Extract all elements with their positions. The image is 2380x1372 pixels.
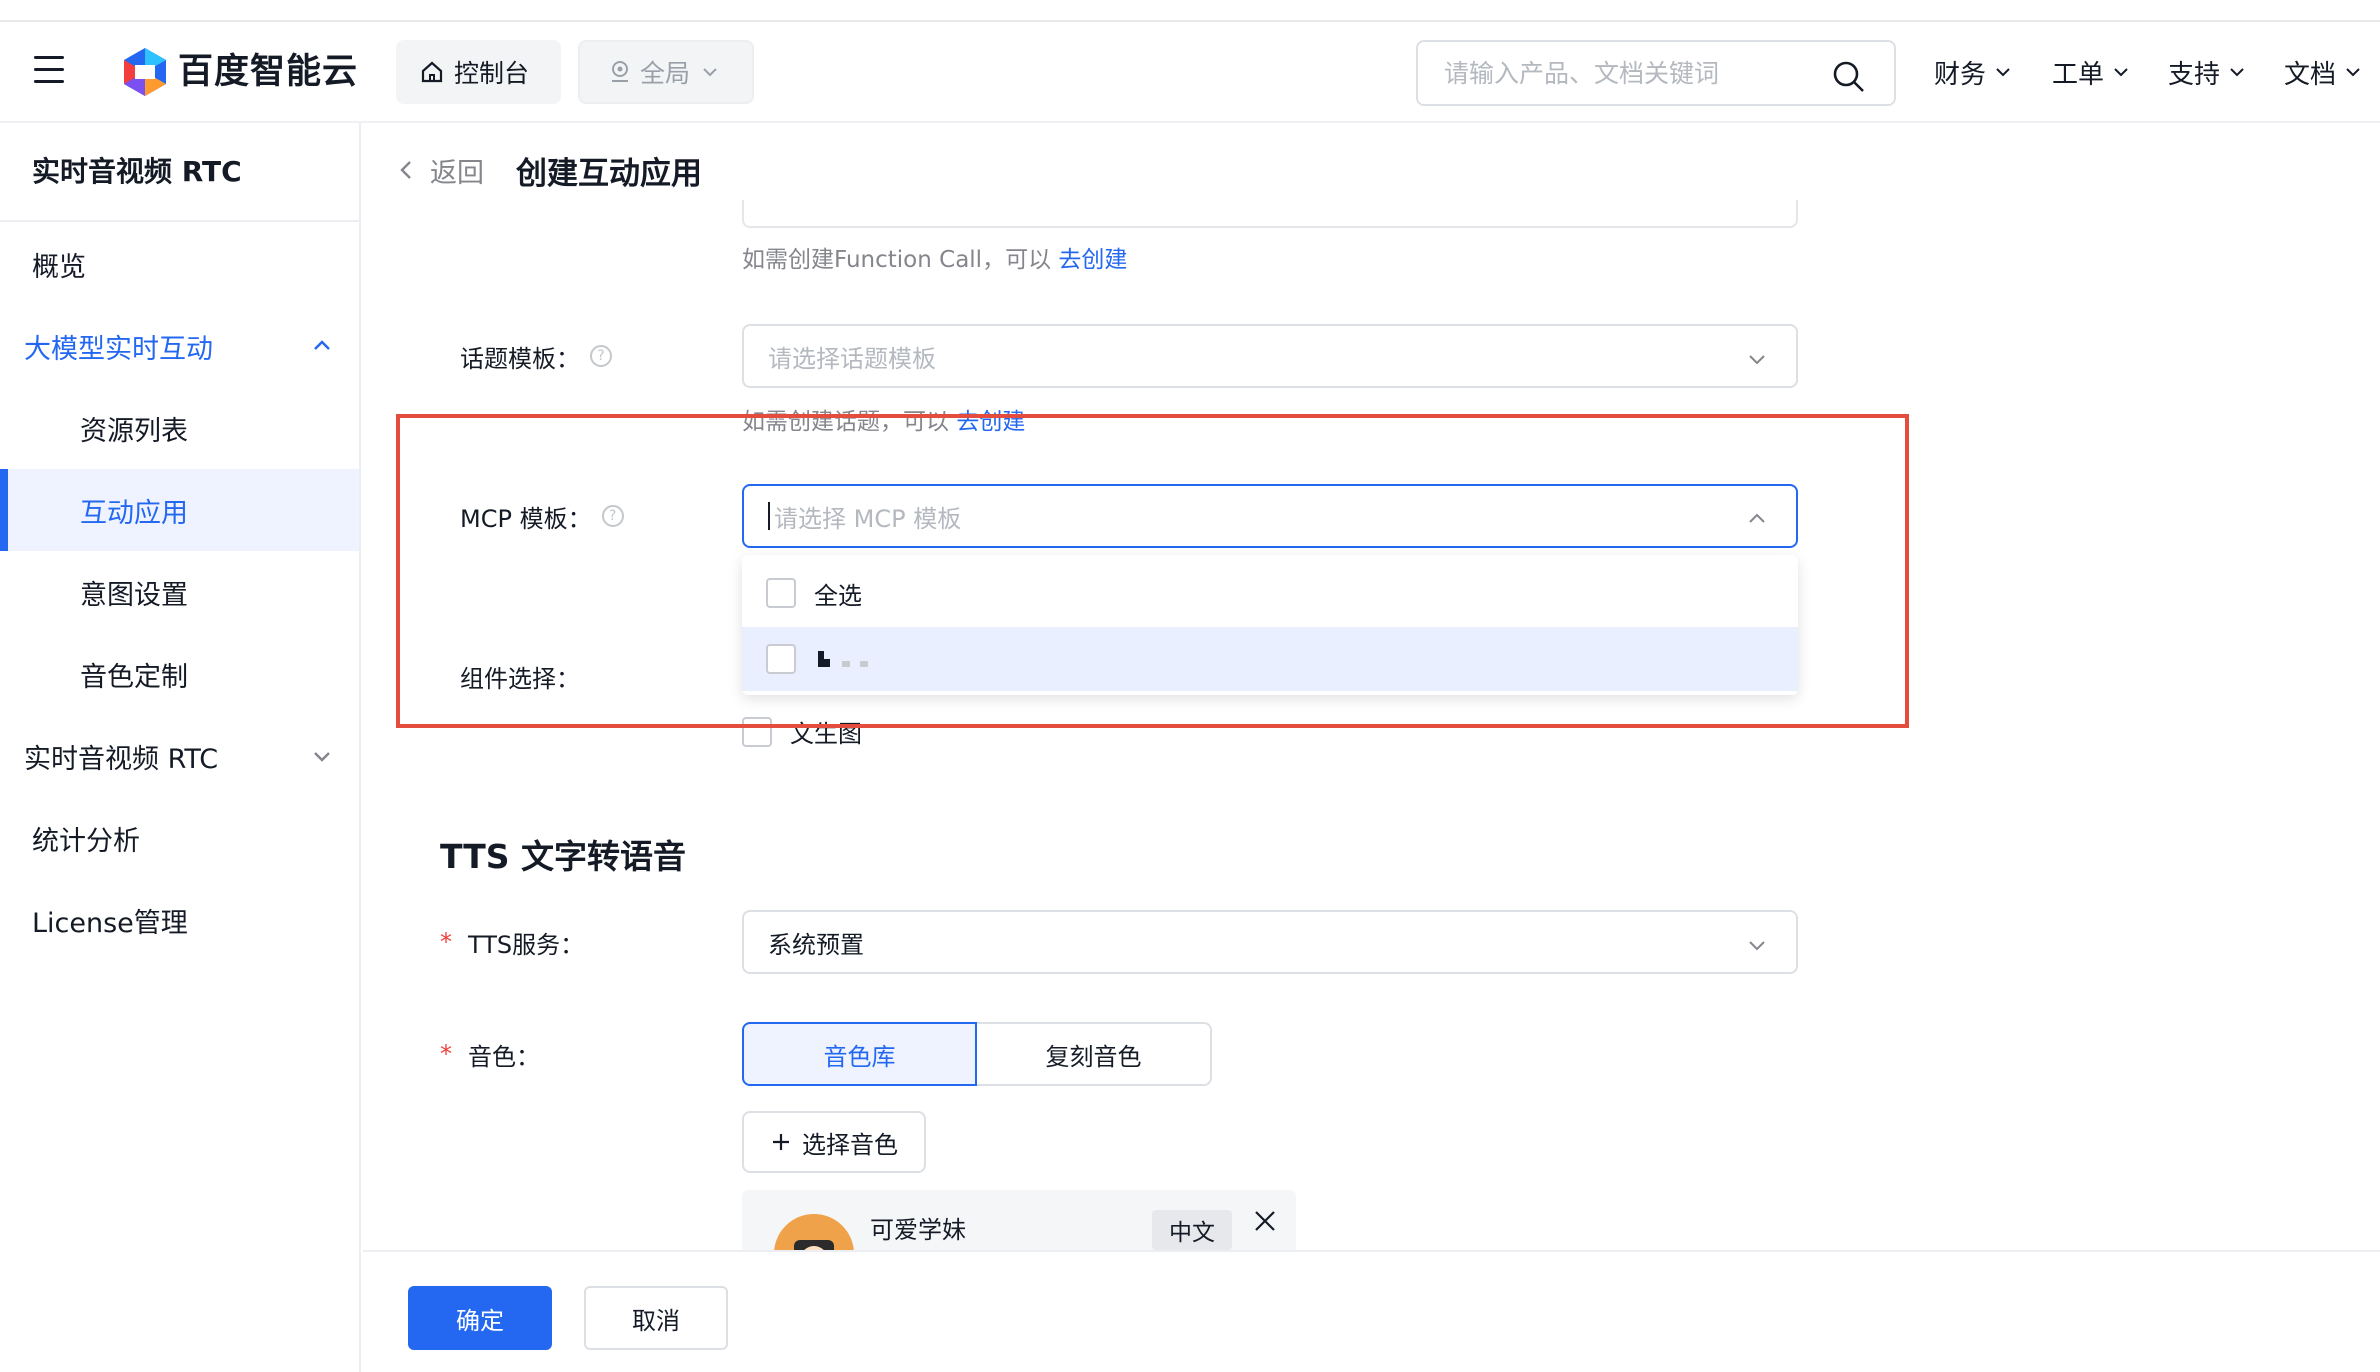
chevron-down-icon bbox=[703, 68, 717, 77]
nav-ticket[interactable]: 工单 bbox=[2052, 52, 2130, 92]
plus-icon bbox=[773, 1134, 789, 1150]
console-button[interactable]: 控制台 bbox=[396, 40, 561, 104]
sidebar-group-llm-interaction[interactable]: 大模型实时互动 bbox=[0, 305, 359, 387]
top-navbar: 百度智能云 控制台 全局 财务 工单 支持 文档 bbox=[0, 22, 2380, 123]
cancel-button[interactable]: 取消 bbox=[584, 1286, 728, 1350]
chevron-down-icon bbox=[1996, 68, 2010, 77]
console-label: 控制台 bbox=[454, 59, 530, 88]
location-icon bbox=[612, 61, 628, 82]
region-selector[interactable]: 全局 bbox=[578, 40, 754, 104]
confirm-button[interactable]: 确定 bbox=[408, 1286, 552, 1350]
sidebar-item-interactive-apps[interactable]: 互动应用 bbox=[0, 469, 359, 551]
chevron-down-icon bbox=[1749, 355, 1765, 365]
choose-voice-label: 选择音色 bbox=[802, 1130, 898, 1159]
breadcrumb: 返回 创建互动应用 bbox=[396, 148, 702, 192]
avatar bbox=[774, 1214, 854, 1252]
tab-label: 音色库 bbox=[823, 1042, 896, 1071]
sidebar-item-label: 互动应用 bbox=[80, 497, 188, 529]
tab-clone-voice[interactable]: 复刻音色 bbox=[977, 1022, 1212, 1086]
tts-section-title: TTS 文字转语音 bbox=[440, 837, 687, 876]
voice-source-tabs: 音色库 复刻音色 bbox=[742, 1022, 1212, 1086]
sidebar-item-license[interactable]: License管理 bbox=[0, 879, 359, 961]
sidebar-item-label: License管理 bbox=[32, 907, 188, 939]
chevron-down-icon bbox=[2230, 68, 2244, 77]
topic-template-label: 话题模板： ? bbox=[460, 340, 612, 373]
chevron-down-icon bbox=[2114, 68, 2128, 77]
sidebar-item-label: 实时音视频 RTC bbox=[24, 743, 219, 775]
nav-finance-label: 财务 bbox=[1934, 59, 1987, 90]
help-icon[interactable]: ? bbox=[590, 345, 612, 367]
chevron-down-icon bbox=[2346, 68, 2360, 77]
nav-finance[interactable]: 财务 bbox=[1934, 52, 2012, 92]
sidebar-item-voice-custom[interactable]: 音色定制 bbox=[0, 633, 359, 715]
menu-icon[interactable] bbox=[34, 56, 66, 86]
tab-voice-library[interactable]: 音色库 bbox=[742, 1022, 977, 1086]
nav-support-label: 支持 bbox=[2168, 59, 2221, 90]
voice-label-text: 音色： bbox=[468, 1042, 540, 1071]
page-title: 创建互动应用 bbox=[516, 155, 702, 192]
sidebar-item-intent-settings[interactable]: 意图设置 bbox=[0, 551, 359, 633]
tts-service-label: * TTS服务： bbox=[440, 926, 585, 959]
back-link[interactable]: 返回 bbox=[430, 151, 484, 190]
chevron-left-icon[interactable] bbox=[396, 158, 416, 182]
sidebar-item-label: 意图设置 bbox=[80, 579, 188, 611]
tts-service-value: 系统预置 bbox=[768, 930, 864, 959]
function-call-create-link[interactable]: 去创建 bbox=[1058, 247, 1127, 273]
sidebar-item-resources[interactable]: 资源列表 bbox=[0, 387, 359, 469]
function-call-help: 如需创建Function Call，可以 去创建 bbox=[742, 240, 1127, 274]
home-icon bbox=[421, 61, 443, 83]
required-mark: * bbox=[440, 1040, 452, 1068]
sidebar-item-overview[interactable]: 概览 bbox=[0, 223, 359, 305]
tab-label: 复刻音色 bbox=[1045, 1042, 1142, 1071]
topic-template-select[interactable]: 请选择话题模板 bbox=[742, 324, 1798, 388]
selected-voice-card: 可爱学妹 中文 bbox=[742, 1190, 1296, 1252]
sidebar-item-label: 大模型实时互动 bbox=[24, 333, 213, 365]
close-icon[interactable] bbox=[1252, 1208, 1278, 1234]
sidebar-item-label: 统计分析 bbox=[32, 825, 140, 857]
topic-template-label-text: 话题模板： bbox=[460, 344, 580, 373]
voice-name: 可爱学妹 bbox=[870, 1216, 966, 1244]
function-call-select[interactable] bbox=[742, 200, 1798, 228]
chevron-up-icon bbox=[314, 340, 330, 350]
window-top-edge bbox=[0, 0, 2380, 22]
baidu-cloud-logo-icon bbox=[120, 46, 170, 98]
nav-docs-label: 文档 bbox=[2284, 59, 2337, 90]
tts-service-label-text: TTS服务： bbox=[468, 930, 585, 959]
sidebar-title: 实时音视频 RTC bbox=[32, 155, 242, 188]
sidebar-group-rtc[interactable]: 实时音视频 RTC bbox=[0, 715, 359, 797]
tts-service-select[interactable]: 系统预置 bbox=[742, 910, 1798, 974]
sidebar-item-label: 概览 bbox=[32, 251, 86, 283]
function-call-help-text: 如需创建Function Call，可以 bbox=[742, 247, 1052, 273]
sidebar-item-statistics[interactable]: 统计分析 bbox=[0, 797, 359, 879]
brand-name[interactable]: 百度智能云 bbox=[178, 44, 358, 100]
sidebar-item-label: 资源列表 bbox=[80, 415, 188, 447]
voice-language-tag: 中文 bbox=[1152, 1210, 1232, 1250]
choose-voice-button[interactable]: 选择音色 bbox=[742, 1111, 926, 1173]
search-icon[interactable] bbox=[1832, 60, 1866, 94]
nav-support[interactable]: 支持 bbox=[2168, 52, 2246, 92]
sidebar-divider bbox=[0, 220, 361, 222]
sidebar-item-label: 音色定制 bbox=[80, 661, 188, 693]
required-mark: * bbox=[440, 928, 452, 956]
nav-docs[interactable]: 文档 bbox=[2284, 52, 2362, 92]
chevron-down-icon bbox=[314, 752, 330, 762]
region-label: 全局 bbox=[640, 59, 691, 88]
chevron-down-icon bbox=[1749, 941, 1765, 951]
highlight-annotation-box bbox=[396, 414, 1909, 728]
nav-ticket-label: 工单 bbox=[2052, 59, 2105, 90]
search-input[interactable] bbox=[1444, 58, 1804, 88]
topic-template-placeholder: 请选择话题模板 bbox=[768, 344, 936, 373]
voice-label: * 音色： bbox=[440, 1038, 540, 1071]
global-search[interactable] bbox=[1416, 40, 1896, 106]
